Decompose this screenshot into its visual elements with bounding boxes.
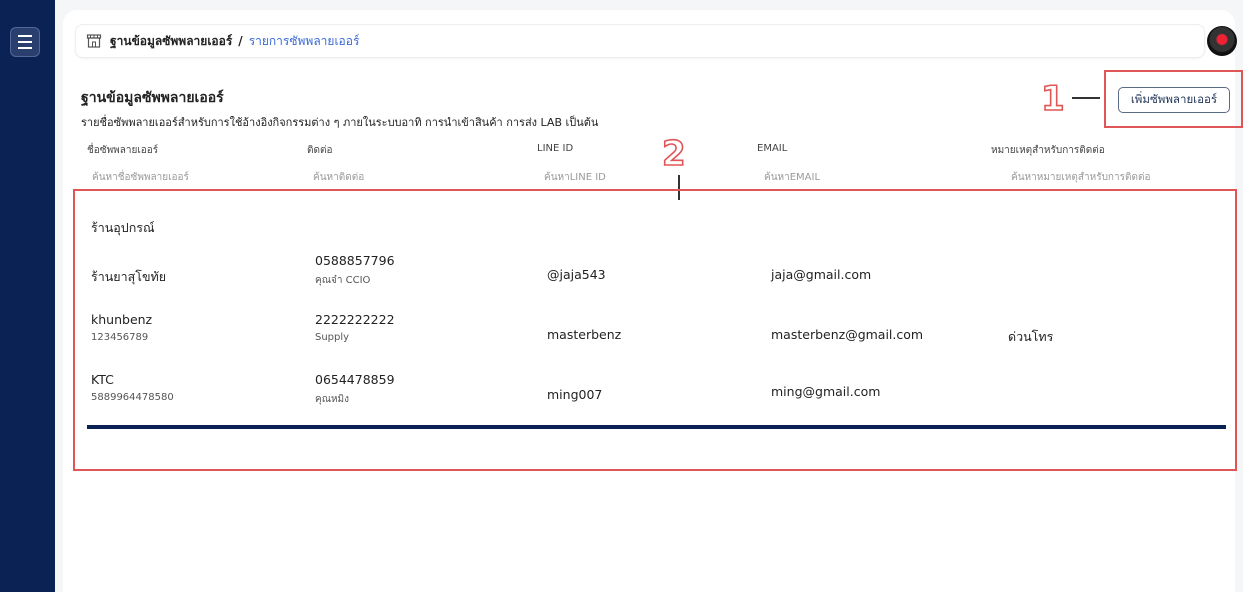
column-header-note[interactable]: หมายเหตุสำหรับการติดต่อ xyxy=(991,143,1105,158)
supplier-code: 123456789 xyxy=(91,332,149,343)
hamburger-menu-button[interactable] xyxy=(10,27,40,57)
group-title: ร้านอุปกรณ์ xyxy=(91,220,155,235)
filter-name-input[interactable]: ค้นหาชื่อซัพพลายเออร์ xyxy=(92,170,189,185)
supplier-line-id: @jaja543 xyxy=(547,267,606,282)
table-scrollbar[interactable] xyxy=(87,425,1226,429)
supplier-phone: 2222222222 xyxy=(315,312,395,327)
page-subtitle: รายชื่อซัพพลายเออร์สำหรับการใช้อ้างอิงกิ… xyxy=(81,116,599,129)
column-header-line-id[interactable]: LINE ID xyxy=(537,143,573,154)
page-title: ฐานข้อมูลซัพพลายเออร์ xyxy=(81,90,224,106)
supplier-code: 5889964478580 xyxy=(91,392,174,403)
callout-line-1 xyxy=(1072,97,1100,99)
filter-email-input[interactable]: ค้นหาEMAIL xyxy=(764,170,820,185)
column-header-email[interactable]: EMAIL xyxy=(757,143,787,154)
supplier-note: ด่วนโทร xyxy=(1008,329,1054,344)
supplier-contact-person: คุณจ๋า CCIO xyxy=(315,275,371,286)
supplier-email: masterbenz@gmail.com xyxy=(771,327,924,342)
user-avatar[interactable] xyxy=(1207,26,1237,56)
store-icon xyxy=(86,34,102,48)
supplier-name: khunbenz xyxy=(91,312,153,327)
callout-box-1 xyxy=(1104,70,1243,128)
sidebar xyxy=(0,0,55,592)
supplier-name: KTC xyxy=(91,372,114,387)
content-panel: ฐานข้อมูลซัพพลายเออร์ / รายการซัพพลายเออ… xyxy=(63,10,1243,592)
filter-contact-input[interactable]: ค้นหาติดต่อ xyxy=(313,170,364,185)
hamburger-icon xyxy=(18,35,32,37)
breadcrumb: ฐานข้อมูลซัพพลายเออร์ / รายการซัพพลายเออ… xyxy=(75,24,1205,58)
column-header-contact[interactable]: ติดต่อ xyxy=(307,143,333,158)
supplier-phone: 0588857796 xyxy=(315,253,395,268)
supplier-email: ming@gmail.com xyxy=(771,384,881,399)
main-area: ฐานข้อมูลซัพพลายเออร์ / รายการซัพพลายเออ… xyxy=(55,0,1243,592)
filter-line-id-input[interactable]: ค้นหาLINE ID xyxy=(544,170,606,185)
supplier-phone: 0654478859 xyxy=(315,372,395,387)
supplier-line-id: ming007 xyxy=(547,387,603,402)
supplier-contact-person: Supply xyxy=(315,332,350,343)
supplier-email: jaja@gmail.com xyxy=(771,267,872,282)
breadcrumb-root[interactable]: ฐานข้อมูลซัพพลายเออร์ xyxy=(110,32,232,51)
supplier-contact-person: คุณหมิง xyxy=(315,394,350,405)
callout-number-2: 2 xyxy=(661,134,686,174)
breadcrumb-separator: / xyxy=(238,34,243,48)
column-header-name[interactable]: ชื่อซัพพลายเออร์ xyxy=(87,143,158,158)
breadcrumb-current[interactable]: รายการซัพพลายเออร์ xyxy=(249,32,360,51)
callout-number-1: 1 xyxy=(1040,79,1065,119)
supplier-name: ร้านยาสุโขทัย xyxy=(91,269,167,284)
filter-note-input[interactable]: ค้นหาหมายเหตุสำหรับการติดต่อ xyxy=(1011,170,1150,185)
supplier-line-id: masterbenz xyxy=(547,327,622,342)
